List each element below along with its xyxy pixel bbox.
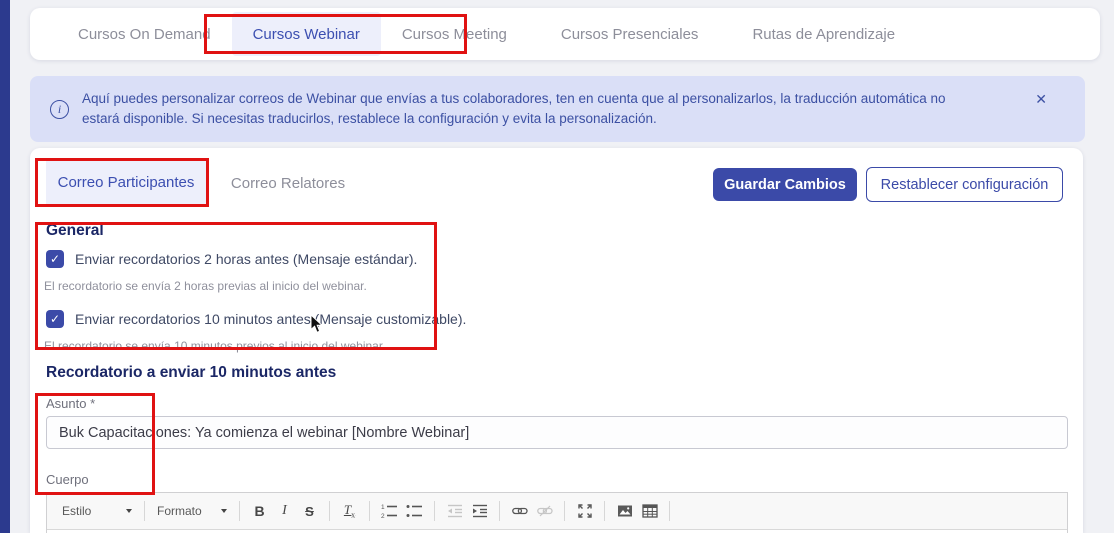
tab-correo-relatores[interactable]: Correo Relatores [222,160,354,206]
table-icon[interactable] [637,499,662,524]
nav-tab-rutas-de-aprendizaje[interactable]: Rutas de Aprendizaje [731,8,916,60]
style-dropdown[interactable]: Estilo [57,504,137,518]
toolbar-divider [499,501,500,521]
nav-tab-cursos-presenciales[interactable]: Cursos Presenciales [540,8,720,60]
editor-toolbar: Estilo Formato B I S Tx 12 [47,493,1067,530]
save-changes-button[interactable]: Guardar Cambios [713,168,857,201]
nav-tab-cursos-on-demand[interactable]: Cursos On Demand [57,8,232,60]
style-dropdown-label: Estilo [62,504,91,518]
subject-label: Asunto * [46,396,95,411]
bulleted-list-icon[interactable] [402,499,427,524]
close-icon[interactable]: ✕ [1035,91,1047,108]
format-dropdown-label: Formato [157,504,202,518]
reset-configuration-button[interactable]: Restablecer configuración [866,167,1063,202]
reminder-2h-hint: El recordatorio se envía 2 horas previas… [44,279,367,293]
remove-format-icon[interactable]: Tx [337,499,362,524]
general-section-title: General [46,222,104,240]
reminder-2h-option-row: ✓ Enviar recordatorios 2 horas antes (Me… [46,250,417,268]
toolbar-divider [239,501,240,521]
toolbar-divider [144,501,145,521]
bold-icon[interactable]: B [247,499,272,524]
nav-tab-cursos-webinar[interactable]: Cursos Webinar [232,12,381,56]
sidebar-edge-strip [0,0,10,533]
info-banner: i Aquí puedes personalizar correos de We… [30,76,1085,142]
svg-text:1: 1 [381,504,385,511]
numbered-list-icon[interactable]: 12 [377,499,402,524]
reminder-2h-label: Enviar recordatorios 2 horas antes (Mens… [75,251,417,267]
subject-input[interactable] [46,416,1068,449]
toolbar-divider [604,501,605,521]
body-editor: Estilo Formato B I S Tx 12 [46,492,1068,533]
link-icon[interactable] [507,499,532,524]
reminder-10m-hint: El recordatorio se envía 10 minutos prev… [44,339,386,353]
app-screen: Cursos On Demand Cursos Webinar Cursos M… [0,0,1114,533]
info-banner-text: Aquí puedes personalizar correos de Webi… [82,89,977,129]
toolbar-divider [669,501,670,521]
email-settings-card: Correo Participantes Correo Relatores Gu… [30,148,1083,533]
reminder-10m-option-row: ✓ Enviar recordatorios 10 minutos antes … [46,310,466,328]
toolbar-divider [329,501,330,521]
toolbar-divider [564,501,565,521]
svg-text:2: 2 [381,513,385,519]
unlink-icon [532,499,557,524]
indent-icon[interactable] [467,499,492,524]
strikethrough-icon[interactable]: S [297,499,322,524]
toolbar-divider [434,501,435,521]
top-navigation: Cursos On Demand Cursos Webinar Cursos M… [30,8,1100,60]
chevron-down-icon [126,509,132,513]
body-label: Cuerpo [46,472,89,487]
reminder-2h-checkbox[interactable]: ✓ [46,250,64,268]
chevron-down-icon [221,509,227,513]
italic-icon[interactable]: I [272,499,297,524]
outdent-icon [442,499,467,524]
info-icon: i [50,100,69,119]
format-dropdown[interactable]: Formato [152,504,232,518]
reminder-10m-checkbox[interactable]: ✓ [46,310,64,328]
maximize-icon[interactable] [572,499,597,524]
tab-correo-participantes[interactable]: Correo Participantes [46,160,206,206]
image-icon[interactable] [612,499,637,524]
reminder-10m-label: Enviar recordatorios 10 minutos antes (M… [75,311,466,327]
nav-tab-cursos-meeting[interactable]: Cursos Meeting [381,8,528,60]
toolbar-divider [369,501,370,521]
reminder-section-title: Recordatorio a enviar 10 minutos antes [46,364,336,382]
